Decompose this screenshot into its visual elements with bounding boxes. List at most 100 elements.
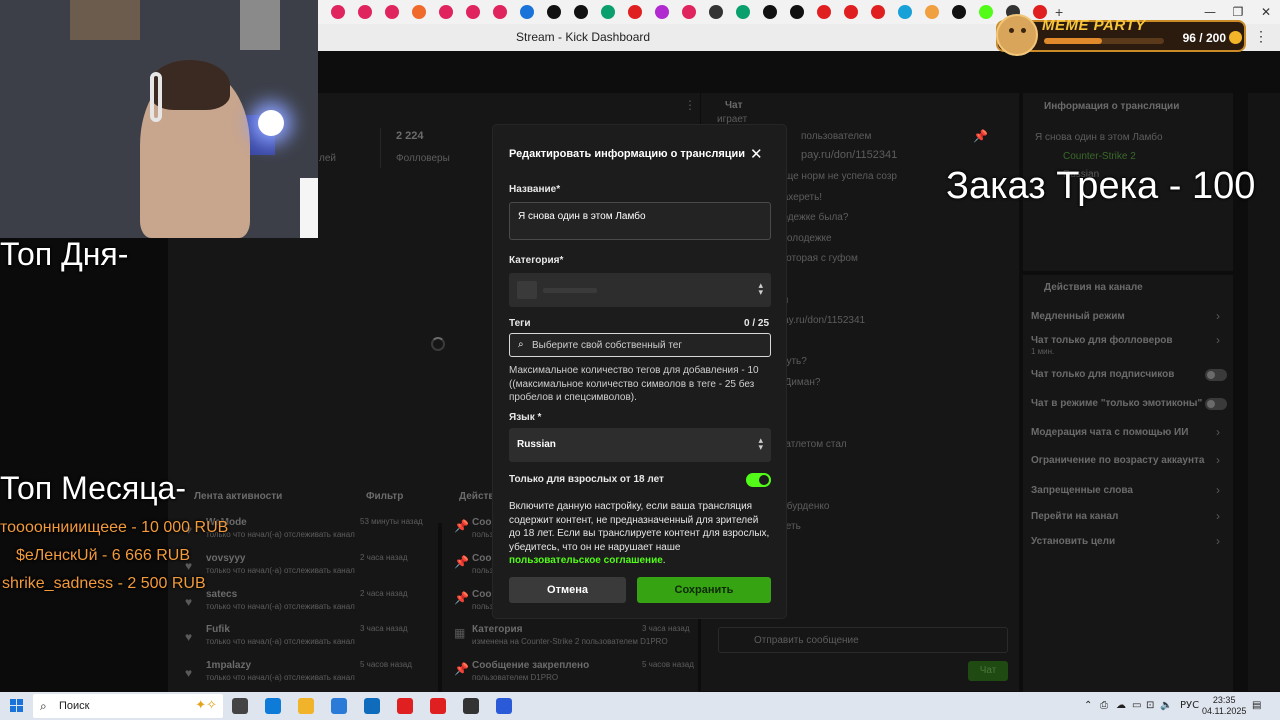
language-select[interactable]: Russian ▴ ▾	[509, 428, 771, 462]
channel-actions-title: Действия на канале	[1044, 282, 1143, 293]
tab-favicon-icon[interactable]	[546, 5, 561, 19]
chevron-right-icon: ›	[1216, 333, 1220, 347]
donor-2: $еЛенскUй - 6 666 RUB	[16, 547, 191, 564]
notifications-icon[interactable]: ▤	[1252, 700, 1261, 711]
meme-party-name: MEME PARTY	[1042, 17, 1146, 34]
clock-date: 04.11.2025	[1202, 706, 1247, 716]
clock[interactable]: 23:35 04.11.2025	[1202, 695, 1246, 717]
tab-favicon-icon[interactable]	[681, 5, 696, 19]
more-vertical-icon[interactable]: ⋮	[1254, 28, 1268, 45]
channel-action-item[interactable]: Чат только для подписчиков	[1031, 369, 1174, 380]
taskbar-app-icon[interactable]	[364, 698, 380, 714]
restore-icon[interactable]: ❐	[1224, 5, 1252, 19]
tab-favicon-icon[interactable]	[384, 5, 399, 19]
close-icon[interactable]: ✕	[750, 145, 763, 163]
pin-icon[interactable]: 📌	[973, 129, 988, 143]
chevron-updown-icon: ▴ ▾	[758, 280, 763, 297]
taskbar-app-icon[interactable]	[430, 698, 446, 714]
language-label: Язык *	[509, 412, 542, 423]
tab-favicon-icon[interactable]	[762, 5, 777, 19]
taskbar-app-icon[interactable]	[496, 698, 512, 714]
panel-menu-icon[interactable]: ⋮	[684, 98, 696, 112]
wall-picture	[240, 0, 280, 50]
tab-favicon-icon[interactable]	[492, 5, 507, 19]
tab-favicon-icon[interactable]	[330, 5, 345, 19]
taskbar-app-icon[interactable]	[397, 698, 413, 714]
tab-favicon-icon[interactable]	[789, 5, 804, 19]
activity-user[interactable]: 1mpalazy	[206, 660, 251, 671]
channel-action-item[interactable]: Чат в режиме "только эмотиконы"	[1031, 398, 1202, 409]
activity-user[interactable]: satecs	[206, 589, 237, 600]
tab-favicon-icon[interactable]	[951, 5, 966, 19]
taskbar-app-icon[interactable]	[331, 698, 347, 714]
tray-icon[interactable]: ⎙	[1100, 700, 1108, 711]
tab-favicon-icon[interactable]	[627, 5, 642, 19]
cloud-icon[interactable]: ☁	[1116, 700, 1126, 711]
taskbar-app-icon[interactable]	[265, 698, 281, 714]
activity-filter[interactable]: Фильтр	[366, 491, 403, 502]
tab-favicon-icon[interactable]	[519, 5, 534, 19]
language-indicator[interactable]: РУС	[1180, 700, 1199, 711]
tab-favicon-icon[interactable]	[357, 5, 372, 19]
chat-top-line: играет	[717, 114, 748, 125]
log-sub: польз	[472, 530, 494, 539]
meme-party-widget: MEME PARTY 96 / 200	[996, 14, 1246, 56]
pinned-link[interactable]: pay.ru/don/1152341	[801, 149, 897, 161]
tab-favicon-icon[interactable]	[708, 5, 723, 19]
tab-favicon-icon[interactable]	[438, 5, 453, 19]
windows-start-icon[interactable]	[10, 699, 24, 713]
stream-title-input[interactable]: Я снова один в этом Ламбо	[509, 202, 771, 240]
taskbar-search[interactable]: ⌕ Поиск ✦✧	[33, 694, 223, 718]
minimize-icon[interactable]: —	[1196, 5, 1224, 19]
tab-favicon-icon[interactable]	[654, 5, 669, 19]
category-select[interactable]: ▴ ▾	[509, 273, 771, 307]
activity-user[interactable]: Fufik	[206, 624, 230, 635]
activity-user[interactable]: vovsyyy	[206, 553, 245, 564]
stream-info-category[interactable]: Counter-Strike 2	[1063, 151, 1136, 162]
battery-icon[interactable]: ▭	[1132, 700, 1141, 711]
taskbar-app-icon[interactable]	[298, 698, 314, 714]
followers-label: Фолловеры	[396, 153, 450, 164]
tab-favicon-icon[interactable]	[978, 5, 993, 19]
modal-title: Редактировать информацию о трансляции	[509, 148, 746, 160]
mic-stand	[300, 178, 318, 238]
chat-input[interactable]: Отправить сообщение	[718, 627, 1008, 653]
adult-help: Включите данную настройку, если ваша тра…	[509, 500, 771, 568]
tab-favicon-icon[interactable]	[870, 5, 885, 19]
tab-favicon-icon[interactable]	[573, 5, 588, 19]
windows-taskbar: ⌕ Поиск ✦✧ ⌃ ⎙ ☁ ▭ ⊡ 🔈 РУС 23:35 04.11.2…	[0, 692, 1280, 720]
tab-favicon-icon[interactable]	[843, 5, 858, 19]
tab-favicon-icon[interactable]	[600, 5, 615, 19]
channel-action-item[interactable]: Ограничение по возрасту аккаунта	[1031, 455, 1205, 466]
volume-icon[interactable]: 🔈	[1160, 700, 1172, 711]
channel-action-item[interactable]: Установить цели	[1031, 536, 1115, 547]
tab-favicon-icon[interactable]	[897, 5, 912, 19]
activity-text: только что начал(-а) отслеживать канал	[206, 565, 355, 575]
channel-action-item[interactable]: Медленный режим	[1031, 311, 1125, 322]
channel-action-toggle[interactable]	[1205, 398, 1227, 410]
channel-action-item[interactable]: Запрещенные слова	[1031, 485, 1133, 496]
tab-favicon-icon[interactable]	[465, 5, 480, 19]
top-month-label: Топ Месяца-	[0, 470, 186, 506]
edit-stream-info-modal: Редактировать информацию о трансляции ✕ …	[493, 125, 786, 618]
taskbar-app-icon[interactable]	[232, 698, 248, 714]
adult-toggle[interactable]	[746, 473, 771, 487]
user-agreement-link[interactable]: пользовательское соглашение	[509, 555, 663, 566]
taskbar-app-icon[interactable]	[463, 698, 479, 714]
tab-favicon-icon[interactable]	[816, 5, 831, 19]
tab-favicon-icon[interactable]	[735, 5, 750, 19]
chevron-up-icon[interactable]: ⌃	[1084, 700, 1092, 711]
channel-action-toggle[interactable]	[1205, 369, 1227, 381]
network-icon[interactable]: ⊡	[1146, 700, 1154, 711]
tab-favicon-icon[interactable]	[411, 5, 426, 19]
channel-action-item[interactable]: Чат только для фолловеров	[1031, 335, 1173, 346]
tags-input[interactable]: ⌕ Выберите свой собственный тег	[509, 333, 771, 357]
channel-action-item[interactable]: Перейти на канал	[1031, 511, 1118, 522]
heart-icon: ♥	[185, 594, 193, 609]
save-button[interactable]: Сохранить	[637, 577, 771, 603]
channel-action-item[interactable]: Модерация чата с помощью ИИ	[1031, 427, 1188, 438]
close-window-icon[interactable]: ✕	[1252, 5, 1280, 19]
cancel-button[interactable]: Отмена	[509, 577, 626, 603]
tab-favicon-icon[interactable]	[924, 5, 939, 19]
chat-send-button[interactable]: Чат	[968, 661, 1008, 681]
